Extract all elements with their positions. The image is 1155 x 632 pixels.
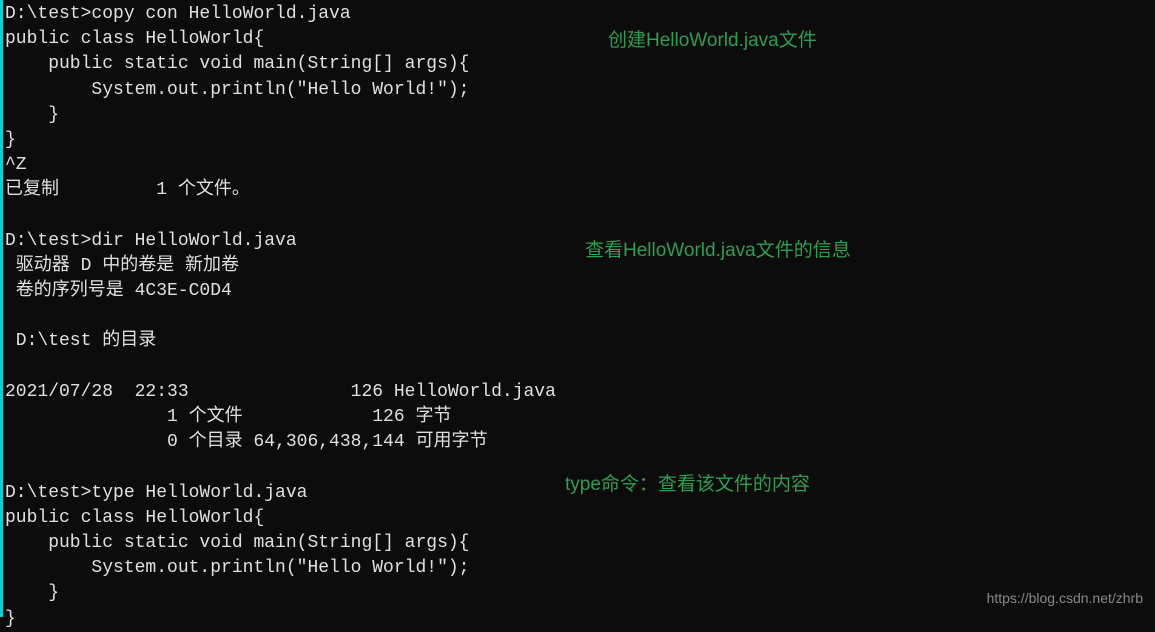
- terminal-line: public static void main(String[] args){: [5, 52, 1155, 77]
- annotation-view-info: 查看HelloWorld.java文件的信息: [585, 238, 851, 265]
- annotation-create-file: 创建HelloWorld.java文件: [608, 28, 817, 55]
- terminal-line: D:\test 的目录: [5, 329, 1155, 354]
- terminal-line: }: [5, 607, 1155, 632]
- terminal-line: D:\test>dir HelloWorld.java: [5, 229, 1155, 254]
- terminal-line: 已复制 1 个文件。: [5, 178, 1155, 203]
- terminal-line: [5, 355, 1155, 380]
- terminal-line: D:\test>copy con HelloWorld.java: [5, 2, 1155, 27]
- terminal-line: 驱动器 D 中的卷是 新加卷: [5, 254, 1155, 279]
- terminal-line: 1 个文件 126 字节: [5, 405, 1155, 430]
- terminal-line: 0 个目录 64,306,438,144 可用字节: [5, 430, 1155, 455]
- terminal-line: }: [5, 128, 1155, 153]
- terminal-line: [5, 204, 1155, 229]
- terminal-line: System.out.println("Hello World!");: [5, 556, 1155, 581]
- terminal-line: }: [5, 581, 1155, 606]
- terminal-line: public static void main(String[] args){: [5, 531, 1155, 556]
- terminal-line: [5, 304, 1155, 329]
- terminal-line: 卷的序列号是 4C3E-C0D4: [5, 279, 1155, 304]
- terminal-line: System.out.println("Hello World!");: [5, 78, 1155, 103]
- terminal-line: public class HelloWorld{: [5, 506, 1155, 531]
- watermark-url: https://blog.csdn.net/zhrb: [987, 589, 1143, 609]
- terminal-line: }: [5, 103, 1155, 128]
- terminal-line: 2021/07/28 22:33 126 HelloWorld.java: [5, 380, 1155, 405]
- terminal-line: ^Z: [5, 153, 1155, 178]
- terminal-line: public class HelloWorld{: [5, 27, 1155, 52]
- annotation-type-command: type命令：查看该文件的内容: [565, 472, 810, 499]
- terminal-output[interactable]: D:\test>copy con HelloWorld.javapublic c…: [5, 2, 1155, 632]
